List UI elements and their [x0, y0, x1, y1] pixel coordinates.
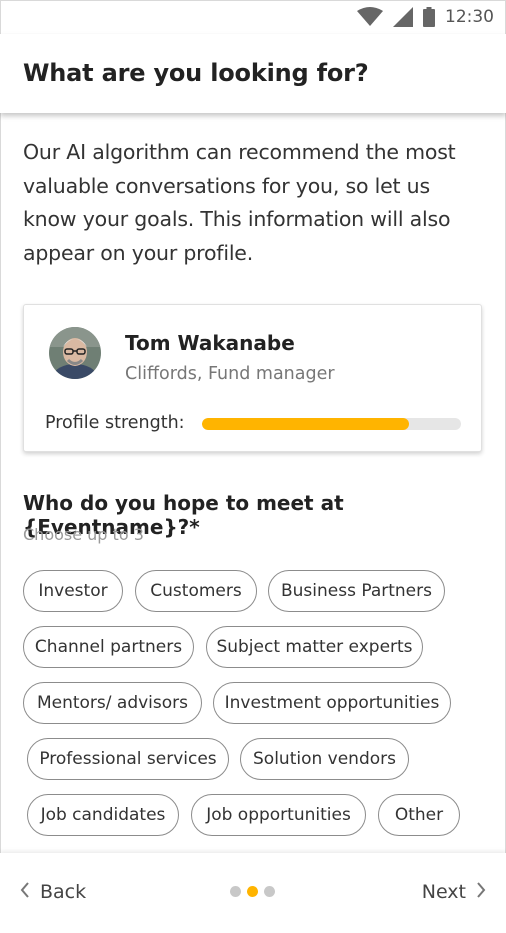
chip-business-partners[interactable]: Business Partners [268, 570, 445, 612]
signal-icon [393, 7, 413, 27]
chip-job-opportunities[interactable]: Job opportunities [191, 794, 366, 836]
app-header: What are you looking for? [0, 34, 506, 113]
wifi-icon [357, 7, 383, 27]
intro-text: Our AI algorithm can recommend the most … [23, 140, 456, 265]
back-label: Back [40, 881, 87, 903]
chevron-right-icon [476, 881, 486, 903]
page-dot-active [247, 886, 258, 897]
question-hint: Choose up to 3 [23, 525, 144, 544]
chip-solution-vendors[interactable]: Solution vendors [240, 738, 409, 780]
next-button[interactable]: Next [422, 881, 486, 903]
page-dot [230, 886, 241, 897]
chip-other[interactable]: Other [378, 794, 460, 836]
page-indicator [230, 886, 275, 897]
chip-subject-matter-experts[interactable]: Subject matter experts [206, 626, 423, 668]
avatar [49, 327, 101, 379]
page-dot [264, 886, 275, 897]
chip-investment-opportunities[interactable]: Investment opportunities [213, 682, 451, 724]
back-button[interactable]: Back [20, 881, 86, 903]
battery-icon [423, 7, 435, 27]
profile-name: Tom Wakanabe [125, 331, 295, 355]
chip-investor[interactable]: Investor [23, 570, 123, 612]
chip-channel-partners[interactable]: Channel partners [23, 626, 194, 668]
profile-strength-fill [202, 418, 410, 430]
status-bar: 12:30 [0, 0, 506, 34]
profile-strength-label: Profile strength: [45, 413, 185, 433]
status-time: 12:30 [445, 7, 494, 27]
chip-mentors-advisors[interactable]: Mentors/ advisors [23, 682, 202, 724]
chip-professional-services[interactable]: Professional services [27, 738, 229, 780]
chip-customers[interactable]: Customers [135, 570, 257, 612]
profile-role: Cliffords, Fund manager [125, 364, 335, 384]
page-title: What are you looking for? [23, 59, 369, 87]
next-label: Next [421, 881, 466, 903]
chevron-left-icon [20, 881, 30, 903]
chip-job-candidates[interactable]: Job candidates [27, 794, 179, 836]
profile-strength-bar [202, 418, 461, 430]
bottom-nav: Back Next [0, 853, 506, 933]
profile-card[interactable]: Tom Wakanabe Cliffords, Fund manager Pro… [23, 304, 482, 452]
